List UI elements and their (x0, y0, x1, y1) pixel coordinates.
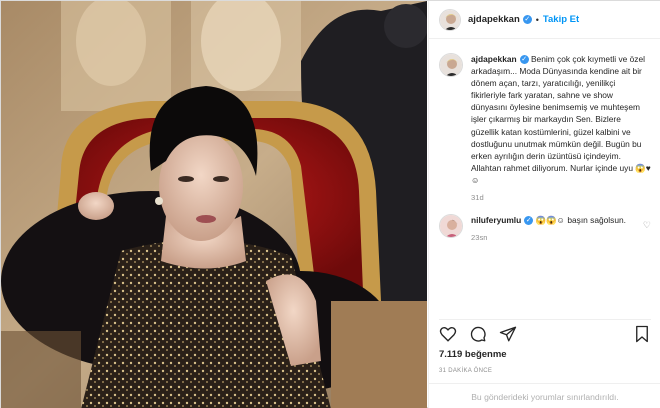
caption-text: Benim çok çok kıymetli ve özel arkadaşım… (471, 54, 651, 185)
bookmark-icon[interactable] (633, 325, 651, 343)
post-photo[interactable] (1, 1, 427, 408)
author-avatar[interactable] (439, 53, 463, 77)
instagram-post: ajdapekkan ✓ • Takip Et ajdapekkan ✓ Beni… (0, 0, 660, 408)
heart-icon[interactable]: ♡ (643, 220, 651, 231)
caption-time[interactable]: 31d (471, 192, 651, 204)
heart-icon[interactable] (439, 325, 457, 343)
caption-comment: ajdapekkan ✓ Benim çok çok kıymetli ve öz… (439, 53, 651, 204)
separator-dot: • (535, 14, 539, 25)
comment-body: niluferyumlu ✓ 😱😱☺ başın sağolsun. 23sn (471, 214, 639, 244)
follow-button[interactable]: Takip Et (543, 14, 579, 25)
share-icon[interactable] (499, 325, 517, 343)
post-header: ajdapekkan ✓ • Takip Et (429, 1, 660, 39)
author-username[interactable]: ajdapekkan (468, 14, 520, 25)
comments-list[interactable]: ajdapekkan ✓ Benim çok çok kıymetli ve öz… (429, 47, 660, 315)
verified-badge-icon: ✓ (524, 216, 534, 226)
comments-limited-notice: Bu gönderideki yorumlar sınırlandırıldı. (429, 383, 660, 408)
verified-badge-icon: ✓ (522, 15, 532, 24)
post-time-ago[interactable]: 31 DAKİKA ÖNCE (439, 368, 492, 374)
action-bar (439, 319, 651, 343)
likes-count[interactable]: 7.119 beğenme (439, 349, 507, 360)
comment-time[interactable]: 23sn (471, 232, 639, 244)
post-sidebar: ajdapekkan ✓ • Takip Et ajdapekkan ✓ Beni… (428, 1, 660, 408)
author-avatar[interactable] (439, 8, 461, 31)
caption-body: ajdapekkan ✓ Benim çok çok kıymetli ve öz… (471, 53, 651, 204)
caption-author[interactable]: ajdapekkan (471, 54, 517, 64)
comment-text: 😱😱☺ başın sağolsun. (535, 215, 626, 226)
commenter-avatar[interactable] (439, 214, 463, 239)
comment-author[interactable]: niluferyumlu (471, 215, 521, 225)
comment-icon[interactable] (469, 325, 487, 343)
verified-badge-icon: ✓ (519, 55, 529, 65)
comment-item: niluferyumlu ✓ 😱😱☺ başın sağolsun. 23sn ♡ (439, 214, 651, 244)
